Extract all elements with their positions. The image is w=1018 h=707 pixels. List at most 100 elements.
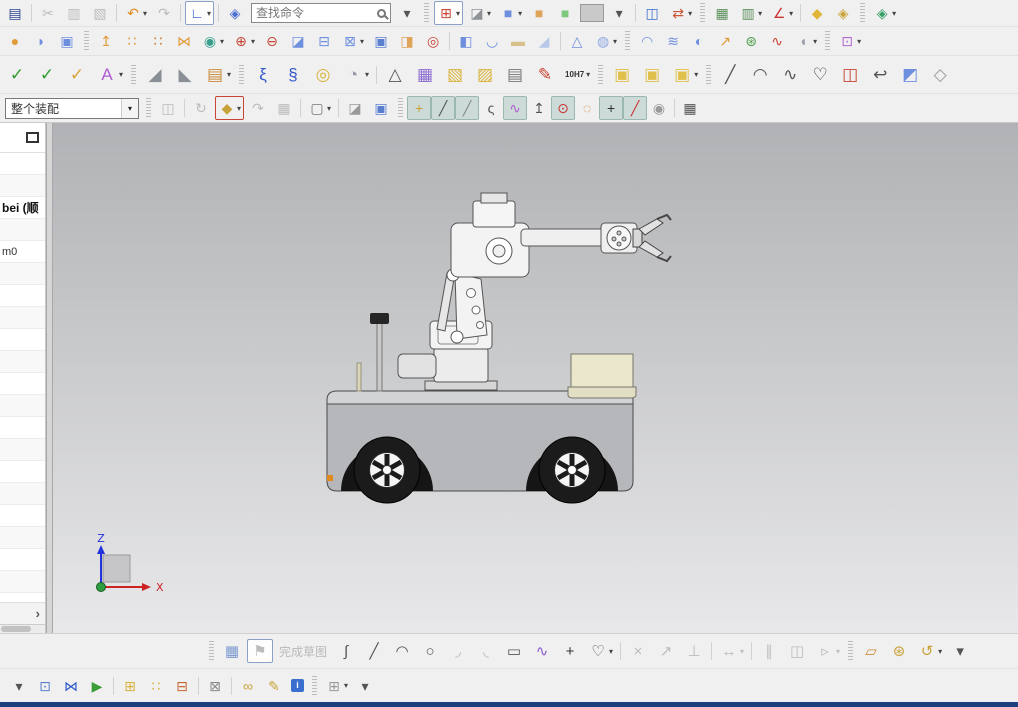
wcs-display-button-dropdown[interactable]: ▾ bbox=[789, 9, 793, 18]
pocket-button[interactable]: ▣ bbox=[55, 29, 79, 53]
constraint-playback-button[interactable]: ▶ bbox=[85, 674, 109, 698]
assembly-scope-combo[interactable]: 整个装配 ▾ bbox=[5, 97, 139, 119]
undo-button-dropdown[interactable]: ▾ bbox=[143, 9, 147, 18]
ruled-surface-button[interactable]: ◠ bbox=[635, 29, 659, 53]
assembly-cut-button[interactable]: ⊞ ▾ bbox=[322, 674, 351, 698]
assembly-overflow-dropdown[interactable]: ▾ bbox=[7, 674, 31, 698]
draft-body-button[interactable]: ◣ bbox=[171, 60, 199, 90]
display-constraints-button-dropdown[interactable]: ▾ bbox=[836, 647, 840, 656]
navigator-hscrollbar[interactable] bbox=[0, 624, 45, 633]
hscrollbar-thumb[interactable] bbox=[1, 626, 31, 632]
command-finder-input[interactable] bbox=[256, 6, 376, 20]
combo-dropdown-icon[interactable]: ▾ bbox=[121, 98, 138, 118]
profile-button[interactable]: ∫ bbox=[333, 639, 359, 663]
navigator-item[interactable]: bei (顺 bbox=[0, 197, 45, 219]
front-wheel[interactable] bbox=[353, 436, 421, 504]
work-section-button[interactable]: ▣ bbox=[369, 96, 393, 120]
find-in-assembly-button[interactable]: ◫ bbox=[156, 96, 180, 120]
quick-extend-button[interactable]: ↗ bbox=[653, 639, 679, 663]
line-curve-button[interactable]: ╱ bbox=[716, 60, 744, 90]
extrude-button[interactable]: ↥ bbox=[94, 29, 118, 53]
save-button[interactable]: ▤ bbox=[3, 1, 27, 25]
quick-trim-button[interactable]: × bbox=[625, 639, 651, 663]
boolean-button-dropdown[interactable]: ▾ bbox=[220, 37, 224, 46]
shaded-view-button-dropdown[interactable]: ▾ bbox=[518, 9, 522, 18]
curve-network-button[interactable]: ⊛ bbox=[739, 29, 763, 53]
dimension-style-button[interactable]: ✎ bbox=[531, 60, 559, 90]
sheet-body-button[interactable]: ◖ ▾ bbox=[791, 29, 820, 53]
selection-filter-button[interactable]: ◆ ▾ bbox=[215, 96, 245, 120]
touch-mode-button[interactable]: ◈ ▾ bbox=[870, 1, 899, 25]
panel-splitter[interactable] bbox=[46, 123, 53, 633]
move-face-button[interactable]: ⊡ ▾ bbox=[835, 29, 864, 53]
rapid-dimension-button-dropdown[interactable]: ▾ bbox=[740, 647, 744, 656]
touch-mode-button-dropdown[interactable]: ▾ bbox=[892, 9, 896, 18]
assembly-overflow-2[interactable]: ▾ bbox=[353, 674, 377, 698]
paste-button[interactable]: ▧ bbox=[88, 1, 112, 25]
verify-feature-button[interactable]: ✓ bbox=[33, 60, 61, 90]
point-on-surface-toggle[interactable]: ◉ bbox=[647, 96, 671, 120]
add-component-button[interactable]: ∷ bbox=[144, 674, 168, 698]
interpart-link-button[interactable]: ∞ bbox=[236, 674, 260, 698]
split-body-button[interactable]: ⊟ bbox=[312, 29, 336, 53]
arc-curve-button[interactable]: ◠ bbox=[746, 60, 774, 90]
faceted-body-button[interactable]: ◍ ▾ bbox=[591, 29, 620, 53]
draft-analysis-button[interactable]: △ bbox=[381, 60, 409, 90]
cavity-button[interactable]: ⊠ ▾ bbox=[338, 29, 367, 53]
flange-button[interactable]: ◡ bbox=[480, 29, 504, 53]
datum-display-button[interactable]: ◈ bbox=[223, 1, 247, 25]
strainer-button[interactable]: ◔ ▾ bbox=[339, 60, 372, 90]
through-curves-button[interactable]: ≋ bbox=[661, 29, 685, 53]
text-feature-button-dropdown[interactable]: ▾ bbox=[119, 70, 123, 79]
intersection-point-toggle[interactable]: ↥ bbox=[527, 96, 551, 120]
copy-button[interactable]: ▥ bbox=[62, 1, 86, 25]
flow-surface-button[interactable]: ∿ bbox=[765, 29, 789, 53]
geometric-constraints-button[interactable]: ∥ bbox=[756, 639, 782, 663]
rear-wheel[interactable] bbox=[538, 436, 606, 504]
fit-curve-button[interactable]: ∿ bbox=[776, 60, 804, 90]
part-information-button[interactable]: i bbox=[288, 674, 307, 698]
thicken-button[interactable]: ◨ bbox=[395, 29, 419, 53]
pad-button[interactable]: ◧ bbox=[454, 29, 478, 53]
sheet-body-button-dropdown[interactable]: ▾ bbox=[813, 37, 817, 46]
trim-body-button[interactable]: ◪ bbox=[286, 29, 310, 53]
panel-restore-icon[interactable] bbox=[26, 132, 39, 143]
pattern-curve-button[interactable]: ⊛ bbox=[886, 639, 912, 663]
draft-button[interactable]: ◢ bbox=[141, 60, 169, 90]
convert-to-reference-button[interactable]: ▱ bbox=[858, 639, 884, 663]
combined-projection-button[interactable]: ↩ bbox=[866, 60, 894, 90]
role-button[interactable]: ◈ bbox=[831, 1, 855, 25]
bounded-plane-button[interactable]: ◐ bbox=[687, 29, 711, 53]
new-window-button[interactable]: ◫ bbox=[640, 1, 664, 25]
control-point-toggle[interactable]: ς bbox=[479, 96, 503, 120]
make-symmetric-button[interactable]: ◫ bbox=[784, 639, 810, 663]
strainer-button-dropdown[interactable]: ▾ bbox=[365, 70, 369, 79]
tolerance-search-button-dropdown[interactable]: ▾ bbox=[586, 70, 590, 79]
snap-point-toggle[interactable]: + bbox=[407, 96, 432, 120]
arc-button[interactable]: ◠ bbox=[389, 639, 415, 663]
replace-component-button[interactable]: ↻ bbox=[189, 96, 213, 120]
fit-view-button-dropdown[interactable]: ▾ bbox=[456, 9, 460, 18]
search-options-dropdown[interactable]: ▾ bbox=[395, 1, 419, 25]
gripper[interactable] bbox=[632, 213, 672, 263]
boss-button[interactable]: ● bbox=[3, 29, 27, 53]
direct-sketch-button[interactable]: ▦ bbox=[219, 639, 245, 663]
move-to-layer-button-dropdown[interactable]: ▾ bbox=[758, 9, 762, 18]
make-corner-button[interactable]: ⊥ bbox=[681, 639, 707, 663]
graphics-viewport[interactable]: Z X bbox=[53, 123, 1018, 633]
background-color-swatch[interactable] bbox=[580, 4, 605, 22]
reattach-button-dropdown[interactable]: ▾ bbox=[938, 647, 942, 656]
isocurve-button[interactable]: ◇ bbox=[926, 60, 954, 90]
move-to-layer-button[interactable]: ▥ ▾ bbox=[736, 1, 765, 25]
line-button[interactable]: ╱ bbox=[361, 639, 387, 663]
offset-curve-sketch-button-dropdown[interactable]: ▾ bbox=[609, 647, 613, 656]
wrap-geometry-button[interactable]: ◎ bbox=[421, 29, 445, 53]
studio-spline-button[interactable]: ∿ bbox=[529, 639, 555, 663]
undo-button[interactable]: ↶ ▾ bbox=[121, 1, 150, 25]
mid-point-toggle[interactable]: ╱ bbox=[455, 96, 480, 120]
text-feature-button[interactable]: A ▾ bbox=[93, 60, 126, 90]
point-button[interactable]: + bbox=[557, 639, 583, 663]
feature-playback-button[interactable]: ▤ ▾ bbox=[201, 60, 234, 90]
circle-button[interactable]: ○ bbox=[417, 639, 443, 663]
subtract-button[interactable]: ⊖ bbox=[260, 29, 284, 53]
